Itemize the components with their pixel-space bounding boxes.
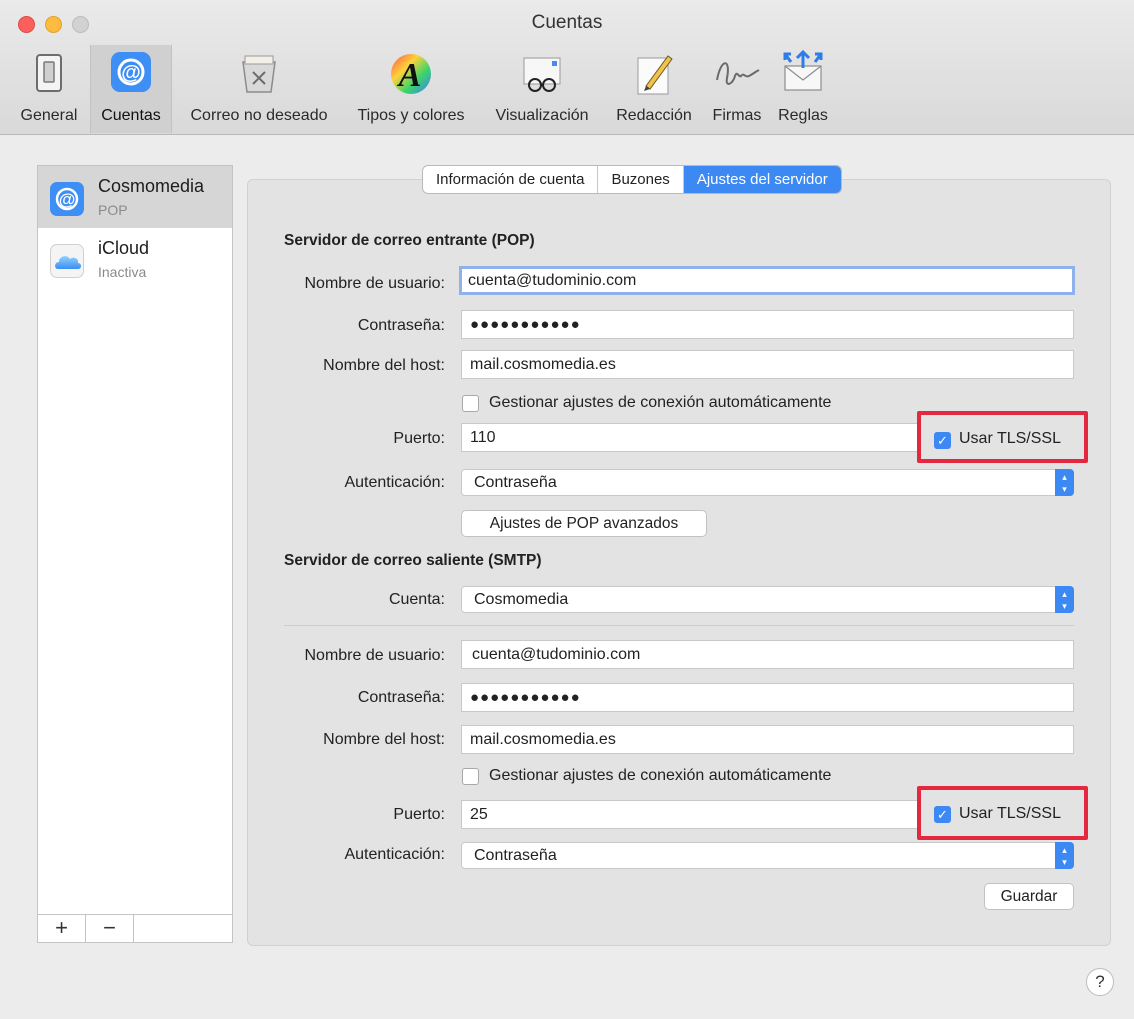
- pop-advanced-button[interactable]: Ajustes de POP avanzados: [461, 510, 707, 537]
- account-type: Inactiva: [98, 264, 147, 280]
- toolbar-label: General: [20, 107, 78, 124]
- toolbar-tipos-colores[interactable]: A Tipos y colores: [344, 45, 478, 133]
- account-item-cosmomedia[interactable]: @ Cosmomedia POP: [38, 166, 232, 228]
- outgoing-account-value: Cosmomedia: [474, 591, 569, 608]
- tab-ajustes-servidor[interactable]: Ajustes del servidor: [683, 166, 841, 193]
- window-title: Cuentas: [531, 12, 603, 33]
- svg-text:A: A: [397, 57, 422, 94]
- glasses-icon: [516, 48, 568, 98]
- outgoing-password-label: Contraseña:: [357, 689, 445, 706]
- switch-icon: [23, 48, 75, 98]
- tab-bar: Información de cuenta Buzones Ajustes de…: [422, 165, 842, 194]
- svg-text:@: @: [121, 62, 141, 84]
- incoming-password-field[interactable]: ●●●●●●●●●●●: [461, 310, 1074, 339]
- outgoing-auth-select[interactable]: Contraseña ▴ ▾: [461, 842, 1074, 869]
- toolbar-label: Visualización: [495, 107, 589, 124]
- toolbar-visualizacion[interactable]: Visualización: [484, 45, 600, 133]
- rules-envelope-icon: [777, 48, 829, 98]
- outgoing-username-field[interactable]: cuenta@tudominio.com: [461, 640, 1074, 669]
- outgoing-host-field[interactable]: mail.cosmomedia.es: [461, 725, 1074, 754]
- outgoing-password-field[interactable]: ●●●●●●●●●●●: [461, 683, 1074, 712]
- highlight-box: [917, 411, 1088, 463]
- incoming-auth-select[interactable]: Contraseña ▴ ▾: [461, 469, 1074, 496]
- signature-icon: [711, 48, 763, 98]
- outgoing-auth-value: Contraseña: [474, 847, 557, 864]
- account-list-actions: + −: [38, 914, 232, 942]
- toolbar-label: Tipos y colores: [357, 107, 465, 124]
- title-bar: Cuentas General @ Cuentas Correo no dese…: [0, 0, 1134, 135]
- outgoing-auto-label: Gestionar ajustes de conexión automática…: [489, 767, 832, 784]
- incoming-username-field[interactable]: cuenta@tudominio.com: [459, 266, 1075, 295]
- outgoing-port-label: Puerto:: [393, 806, 445, 823]
- incoming-auto-label: Gestionar ajustes de conexión automática…: [489, 394, 832, 411]
- toolbar-label: Correo no deseado: [190, 107, 328, 124]
- toolbar-reglas[interactable]: Reglas: [772, 45, 834, 133]
- section-divider: [284, 625, 1074, 626]
- incoming-auth-label: Autenticación:: [344, 474, 445, 491]
- tab-buzones[interactable]: Buzones: [598, 166, 684, 193]
- at-icon: @: [105, 48, 157, 98]
- incoming-auto-checkbox[interactable]: [462, 395, 479, 412]
- save-button[interactable]: Guardar: [984, 883, 1074, 910]
- incoming-username-label: Nombre de usuario:: [304, 275, 445, 292]
- incoming-password-label: Contraseña:: [357, 317, 445, 334]
- updown-chevron-icon: ▴ ▾: [1055, 842, 1074, 869]
- account-list: @ Cosmomedia POP iCloud Inactiva + −: [37, 165, 233, 943]
- toolbar-firmas[interactable]: Firmas: [704, 45, 770, 133]
- toolbar-label: Cuentas: [101, 107, 161, 124]
- updown-chevron-icon: ▴ ▾: [1055, 586, 1074, 613]
- account-name: iCloud: [98, 238, 150, 258]
- outgoing-auth-label: Autenticación:: [344, 846, 445, 863]
- incoming-heading: Servidor de correo entrante (POP): [284, 232, 535, 249]
- toolbar-label: Firmas: [712, 107, 762, 124]
- incoming-auth-value: Contraseña: [474, 474, 557, 491]
- updown-chevron-icon: ▴ ▾: [1055, 469, 1074, 496]
- cloud-icon: [50, 244, 84, 278]
- outgoing-account-label: Cuenta:: [388, 591, 445, 608]
- svg-text:@: @: [59, 190, 76, 209]
- junk-trash-icon: [233, 48, 285, 98]
- incoming-port-label: Puerto:: [393, 430, 445, 447]
- toolbar-cuentas[interactable]: @ Cuentas: [90, 45, 172, 133]
- toolbar-redaccion[interactable]: Redacción: [604, 45, 704, 133]
- toolbar-label: Redacción: [616, 107, 692, 124]
- account-type: POP: [98, 202, 128, 218]
- tab-informacion-cuenta[interactable]: Información de cuenta: [423, 166, 599, 193]
- help-button[interactable]: ?: [1086, 968, 1114, 996]
- remove-account-button[interactable]: −: [86, 915, 134, 942]
- outgoing-heading: Servidor de correo saliente (SMTP): [284, 552, 542, 569]
- incoming-port-field[interactable]: 110: [461, 423, 919, 452]
- incoming-host-label: Nombre del host:: [323, 357, 445, 374]
- font-color-icon: A: [385, 48, 437, 98]
- pencil-icon: [628, 48, 680, 98]
- toolbar-general[interactable]: General: [14, 45, 84, 133]
- preferences-window: Cuentas General @ Cuentas Correo no dese…: [0, 0, 1134, 1019]
- outgoing-username-label: Nombre de usuario:: [304, 647, 445, 664]
- highlight-box: [917, 786, 1088, 840]
- account-name: Cosmomedia: [98, 176, 205, 196]
- incoming-host-field[interactable]: mail.cosmomedia.es: [461, 350, 1074, 379]
- outgoing-port-field[interactable]: 25: [461, 800, 919, 829]
- outgoing-host-label: Nombre del host:: [323, 731, 445, 748]
- add-account-button[interactable]: +: [38, 915, 86, 942]
- toolbar-label: Reglas: [778, 107, 828, 124]
- outgoing-auto-checkbox[interactable]: [462, 768, 479, 785]
- at-icon: @: [50, 182, 84, 216]
- account-item-icloud[interactable]: iCloud Inactiva: [38, 228, 232, 290]
- outgoing-account-select[interactable]: Cosmomedia ▴ ▾: [461, 586, 1074, 613]
- toolbar-correo-no-deseado[interactable]: Correo no deseado: [176, 45, 342, 133]
